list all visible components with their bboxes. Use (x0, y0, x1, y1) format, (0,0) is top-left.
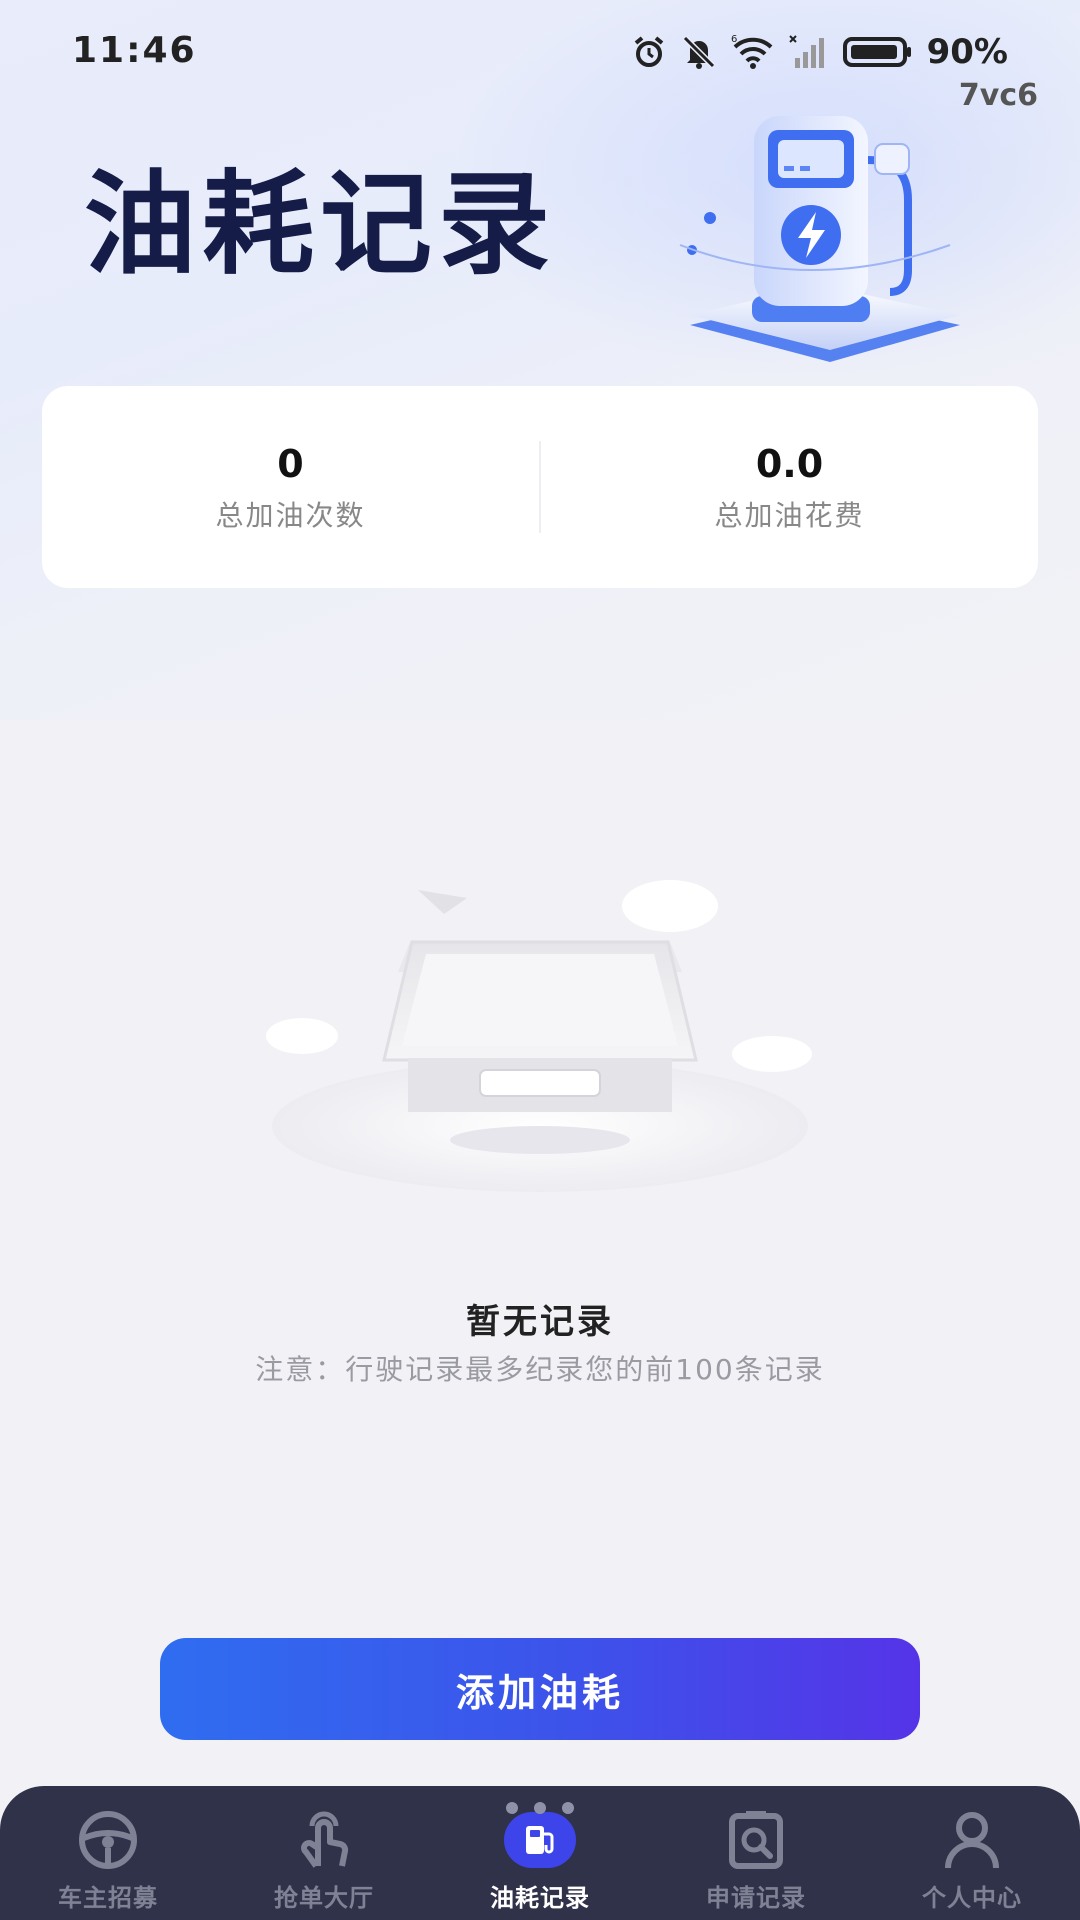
status-icons: 6 90% (631, 30, 1008, 74)
fuel-pump-icon (526, 1826, 554, 1854)
svg-text:6: 6 (731, 34, 737, 45)
add-fuel-record-button[interactable]: 添加油耗 (160, 1638, 920, 1740)
stat-value: 0.0 (755, 442, 824, 486)
stats-card: 0 总加油次数 0.0 总加油花费 (42, 386, 1038, 588)
stat-refuel-cost: 0.0 总加油花费 (541, 440, 1038, 534)
active-indicator (504, 1802, 576, 1868)
nav-item-profile[interactable]: 个人中心 (864, 1786, 1080, 1920)
stat-refuel-count: 0 总加油次数 (42, 440, 539, 534)
user-icon (932, 1804, 1012, 1876)
stat-label: 总加油花费 (714, 499, 865, 532)
signal-icon (788, 35, 824, 68)
empty-state-note: 注意：行驶记录最多纪录您的前100条记录 (255, 1353, 825, 1386)
status-extra-label: 7vc6 (958, 78, 1038, 113)
bubble-dots (504, 1802, 576, 1814)
nav-item-owner-recruit[interactable]: 车主招募 (0, 1786, 216, 1920)
page-title: 油耗记录 (84, 160, 556, 290)
empty-state-title: 暂无记录 (466, 1302, 614, 1342)
status-time: 11:46 (72, 30, 197, 71)
steering-wheel-icon (68, 1804, 148, 1876)
battery-percentage: 90% (926, 32, 1008, 72)
empty-box-illustration (266, 880, 812, 1192)
mute-icon (682, 35, 715, 69)
document-search-icon (716, 1804, 796, 1876)
status-bar: 11:46 6 90% 7vc6 (0, 0, 1080, 113)
nav-icon-active (500, 1802, 580, 1876)
nav-item-fuel-records[interactable]: 油耗记录 (432, 1786, 648, 1920)
stat-label: 总加油次数 (215, 499, 366, 532)
alarm-icon (634, 36, 663, 67)
wifi-icon: 6 (731, 34, 772, 69)
hand-tap-icon (284, 1804, 364, 1876)
nav-label: 个人中心 (922, 1884, 1022, 1912)
nav-label: 申请记录 (706, 1884, 806, 1912)
fuel-pump-illustration (679, 116, 960, 362)
battery-icon (842, 37, 911, 67)
nav-label: 车主招募 (58, 1884, 158, 1912)
nav-item-order-hall[interactable]: 抢单大厅 (216, 1786, 432, 1920)
nav-label: 抢单大厅 (274, 1884, 374, 1912)
bottom-nav: 车主招募 抢单大厅 油耗记录 申请记录 个人中心 (0, 1786, 1080, 1920)
nav-label: 油耗记录 (490, 1884, 590, 1912)
stat-value: 0 (277, 442, 304, 486)
nav-item-application-records[interactable]: 申请记录 (648, 1786, 864, 1920)
